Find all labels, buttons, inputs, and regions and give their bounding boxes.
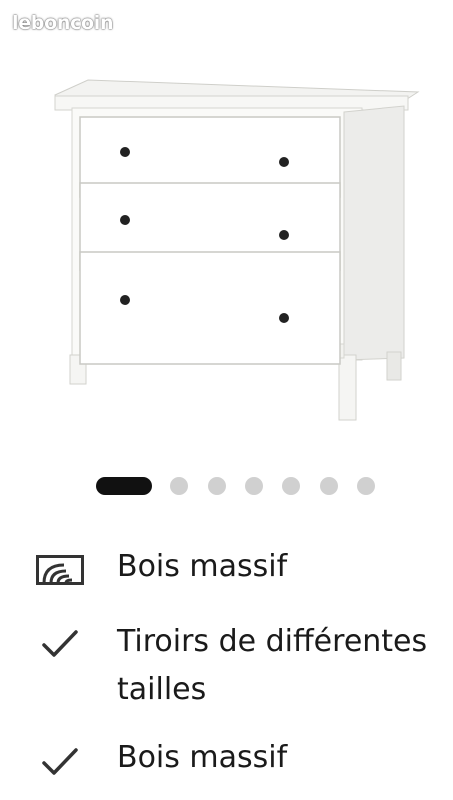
feature-label: Tiroirs de différentes tailles (117, 624, 428, 707)
carousel-dot-3[interactable] (208, 477, 226, 495)
carousel-dot-2[interactable] (170, 477, 188, 495)
carousel-dot-1[interactable] (96, 477, 152, 495)
feature-row: Tiroirs de différentes tailles (0, 618, 453, 714)
carousel-dot-7[interactable] (357, 477, 375, 495)
feature-row: Bois massif (0, 543, 453, 593)
listing-page: leboncoin Bois massif Tiroirs de différe… (0, 0, 453, 800)
feature-label: Bois massif (117, 740, 288, 775)
carousel-dot-4[interactable] (245, 477, 263, 495)
product-photo[interactable]: leboncoin (0, 0, 453, 460)
carousel-dot-6[interactable] (320, 477, 338, 495)
carousel-indicator (0, 474, 453, 498)
feature-label: Bois massif (117, 549, 288, 584)
carousel-dot-5[interactable] (282, 477, 300, 495)
wood-grain-icon (36, 555, 84, 585)
checkmark-icon (42, 748, 78, 775)
feature-row: Bois massif (0, 734, 453, 784)
checkmark-icon (42, 630, 78, 657)
dresser-illustration (54, 79, 420, 421)
watermark-logo: leboncoin (12, 12, 114, 34)
